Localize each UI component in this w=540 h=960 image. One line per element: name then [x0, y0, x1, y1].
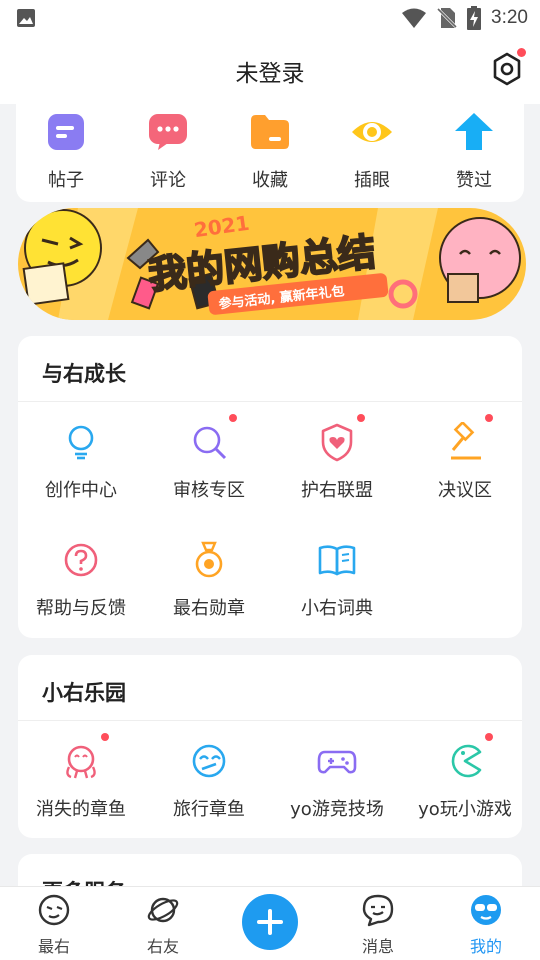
comment-icon [149, 114, 187, 150]
grid-item-dictionary[interactable]: 小右词典 [274, 540, 400, 620]
help-icon [64, 543, 98, 577]
post-icon [48, 114, 84, 150]
tab-label: 右友 [146, 937, 179, 956]
medal-icon [195, 541, 223, 578]
wifi-icon [402, 8, 427, 28]
grid-item-medals[interactable]: 最右勋章 [146, 540, 272, 620]
tab-label: 最右 [37, 937, 70, 956]
octopus-icon [66, 745, 96, 779]
shield-heart-icon [321, 423, 353, 462]
eye-icon [352, 122, 392, 142]
section-title: 与右成长 [42, 362, 126, 386]
notification-dot [357, 414, 365, 422]
travel-octopus-icon [192, 744, 226, 778]
grid-item-label: 决议区 [438, 480, 492, 501]
battery-charging-icon [467, 6, 482, 30]
grid-item-label: 消失的章鱼 [36, 799, 126, 820]
notification-dot [485, 414, 493, 422]
quick-item-label: 收藏 [252, 170, 288, 191]
status-time: 3:20 [491, 7, 528, 28]
tab-label: 消息 [361, 937, 394, 956]
quick-item-label: 赞过 [456, 170, 492, 191]
grid-item-yo-arena[interactable]: yo游竞技场 [274, 741, 400, 821]
smiley-face-icon [38, 894, 70, 926]
tab-home[interactable]: 最右 [14, 893, 94, 957]
grid-item-help-feedback[interactable]: 帮助与反馈 [18, 540, 144, 620]
grid-item-label: 最右勋章 [173, 598, 245, 619]
tab-label: 我的 [469, 937, 502, 956]
growth-card: 与右成长 创作中心 审核专区 护右联盟 决议区 帮助与反馈 最右勋章 小右词典 [18, 336, 522, 638]
notification-dot [229, 414, 237, 422]
tab-me[interactable]: 我的 [446, 893, 526, 957]
grid-item-label: 帮助与反馈 [36, 598, 126, 619]
header: 未登录 [0, 36, 540, 104]
up-arrow-icon [455, 113, 493, 150]
photo-icon [17, 9, 35, 27]
grid-item-label: 小右词典 [301, 598, 373, 619]
grid-item-label: yo玩小游戏 [418, 799, 512, 820]
plus-icon [257, 909, 283, 935]
quick-item-label: 插眼 [354, 170, 390, 191]
notification-dot [485, 733, 493, 741]
grid-item-label: yo游竞技场 [290, 799, 384, 820]
grid-item-label: 创作中心 [45, 480, 117, 501]
no-sim-icon [437, 7, 458, 29]
promo-banner[interactable]: 2021 我的网购总结 参与活动, 赢新年礼包 [18, 208, 526, 320]
create-post-button[interactable] [242, 894, 298, 950]
park-card: 小右乐园 消失的章鱼 旅行章鱼 yo游竞技场 yo玩小游戏 [18, 655, 522, 838]
grid-item-guard-alliance[interactable]: 护右联盟 [274, 414, 400, 502]
tab-friends[interactable]: 右友 [123, 893, 203, 957]
settings-icon[interactable] [490, 52, 524, 86]
lightbulb-icon [68, 425, 94, 460]
grid-item-label: 旅行章鱼 [173, 799, 245, 820]
grid-item-creation-center[interactable]: 创作中心 [18, 422, 144, 502]
banner-artwork: 2021 我的网购总结 参与活动, 赢新年礼包 [18, 208, 526, 320]
page-title[interactable]: 未登录 [0, 54, 540, 88]
grid-item-label: 护右联盟 [301, 480, 373, 501]
message-face-icon [362, 894, 394, 927]
planet-icon [147, 897, 179, 923]
sunglasses-face-icon [471, 895, 501, 925]
quick-actions-card: 帖子 评论 收藏 插眼 赞过 [16, 104, 524, 202]
quick-item-favorites[interactable]: 收藏 [225, 112, 315, 192]
divider [18, 401, 522, 402]
quick-item-label: 评论 [150, 170, 186, 191]
quick-item-comments[interactable]: 评论 [123, 112, 213, 192]
grid-item-vanishing-octopus[interactable]: 消失的章鱼 [18, 733, 144, 821]
quick-item-posts[interactable]: 帖子 [21, 112, 111, 192]
quick-item-liked[interactable]: 赞过 [429, 112, 519, 192]
divider [18, 720, 522, 721]
gamepad-icon [317, 750, 357, 774]
quick-item-eye[interactable]: 插眼 [327, 112, 417, 192]
folder-icon [251, 115, 289, 149]
grid-item-review-zone[interactable]: 审核专区 [146, 414, 272, 502]
grid-item-label: 审核专区 [173, 480, 245, 501]
tab-messages[interactable]: 消息 [338, 893, 418, 957]
pacman-icon [451, 744, 482, 778]
magnifier-icon [193, 426, 227, 460]
settings-badge [517, 48, 526, 57]
notification-dot [101, 733, 109, 741]
grid-item-resolution-zone[interactable]: 决议区 [402, 414, 528, 502]
gavel-icon [451, 420, 481, 460]
status-bar: 3:20 [0, 0, 540, 36]
section-title: 小右乐园 [42, 681, 126, 705]
grid-item-travel-octopus[interactable]: 旅行章鱼 [146, 741, 272, 821]
book-icon [318, 545, 356, 576]
quick-item-label: 帖子 [48, 170, 84, 191]
grid-item-yo-minigames[interactable]: yo玩小游戏 [402, 733, 528, 821]
